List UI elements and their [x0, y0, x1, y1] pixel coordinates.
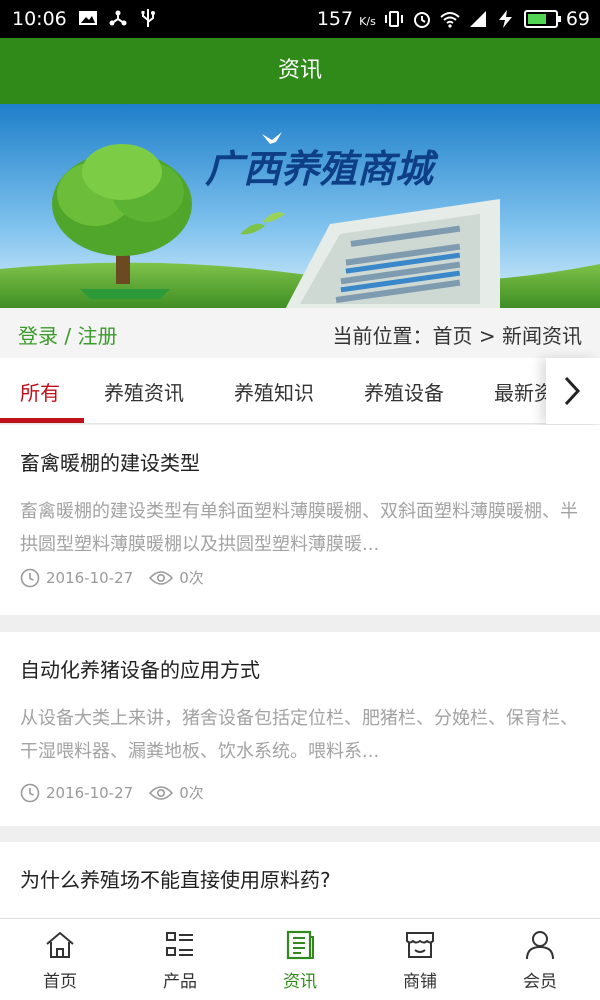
news-item[interactable]: 畜禽暖棚的建设类型 畜禽暖棚的建设类型有单斜面塑料薄膜暖棚、双斜面塑料薄膜暖棚、… [0, 425, 600, 615]
news-summary: 从设备大类上来讲，猪舍设备包括定位栏、肥猪栏、分娩栏、保育栏、干湿喂料器、漏粪地… [20, 708, 578, 762]
bottom-navigation: 首页 产品 资讯 商铺 会员 [0, 918, 600, 1000]
wifi-icon [440, 12, 460, 28]
tab-scroll-button[interactable] [546, 358, 600, 424]
member-icon [526, 931, 554, 960]
clock-icon [20, 783, 40, 802]
banner-image[interactable]: 广西养殖商城 [0, 104, 600, 308]
nav-shops-label: 商铺 [403, 972, 437, 992]
active-tab-indicator [0, 418, 84, 423]
battery-percent: 69 [565, 8, 590, 30]
category-tabs: 所有 养殖资讯 养殖知识 养殖设备 最新资讯 [0, 358, 600, 424]
usb-share-icon [109, 10, 127, 26]
battery-icon [523, 10, 561, 28]
tab-all[interactable]: 所有 [20, 377, 60, 406]
news-item[interactable]: 自动化养猪设备的应用方式 从设备大类上来讲，猪舍设备包括定位栏、肥猪栏、分娩栏、… [0, 632, 600, 826]
location-bar: 登录 / 注册 当前位置：首页 > 新闻资讯 [0, 308, 600, 358]
tab-breeding-equipment[interactable]: 养殖设备 [364, 377, 444, 406]
nav-home[interactable]: 首页 [0, 919, 120, 1000]
chevron-right-icon [564, 376, 581, 406]
image-icon [79, 11, 97, 25]
nav-shops[interactable]: 商铺 [360, 919, 480, 1000]
nav-home-label: 首页 [43, 972, 77, 992]
news-date: 2016-10-27 [46, 783, 134, 802]
news-views: 0次 [179, 569, 204, 587]
login-register-link[interactable]: 登录 / 注册 [18, 320, 117, 349]
breadcrumb-path[interactable]: 首页 > 新闻资讯 [433, 324, 582, 348]
nav-member[interactable]: 会员 [480, 919, 600, 1000]
news-views: 0次 [179, 784, 204, 802]
eye-icon [149, 570, 174, 585]
nav-news-label: 资讯 [283, 972, 317, 992]
usb-icon [141, 9, 155, 27]
page-header: 资讯 [0, 38, 600, 104]
status-time: 10:06 [12, 8, 67, 30]
news-item[interactable]: 为什么养殖场不能直接使用原料药? [0, 842, 600, 918]
news-meta: 2016-10-27 0次 [20, 567, 204, 588]
news-title[interactable]: 为什么养殖场不能直接使用原料药? [20, 864, 331, 893]
nav-member-label: 会员 [523, 972, 557, 992]
vibrate-icon [384, 11, 403, 27]
breadcrumb: 当前位置：首页 > 新闻资讯 [332, 324, 582, 348]
signal-4g-icon [469, 11, 486, 27]
news-icon [286, 930, 314, 960]
nav-news[interactable]: 资讯 [240, 919, 360, 1000]
news-date: 2016-10-27 [46, 568, 134, 587]
home-icon [46, 931, 74, 958]
alarm-icon [413, 12, 430, 28]
news-summary: 畜禽暖棚的建设类型有单斜面塑料薄膜暖棚、双斜面塑料薄膜暖棚、半拱圆型塑料薄膜暖棚… [20, 501, 578, 555]
shop-icon [406, 932, 434, 958]
news-title[interactable]: 畜禽暖棚的建设类型 [20, 447, 200, 476]
banner-illustration: 广西养殖商城 [0, 104, 600, 308]
tab-breeding-news[interactable]: 养殖资讯 [104, 377, 184, 406]
nav-products-label: 产品 [163, 972, 197, 992]
tab-breeding-knowledge[interactable]: 养殖知识 [234, 377, 314, 406]
product-list-icon [166, 932, 193, 956]
nav-products[interactable]: 产品 [120, 919, 240, 1000]
news-title[interactable]: 自动化养猪设备的应用方式 [20, 654, 260, 683]
status-bar: 10:06 157 K/s 69 [0, 0, 600, 38]
network-speed: 157 K/s [316, 8, 376, 30]
tab-latest-news[interactable]: 最新资讯 [494, 377, 546, 406]
eye-icon [149, 785, 174, 800]
page-title: 资讯 [277, 58, 322, 83]
banner-headline: 广西养殖商城 [205, 146, 439, 191]
charging-icon [498, 10, 512, 28]
clock-icon [20, 568, 40, 587]
news-meta: 2016-10-27 0次 [20, 782, 204, 803]
